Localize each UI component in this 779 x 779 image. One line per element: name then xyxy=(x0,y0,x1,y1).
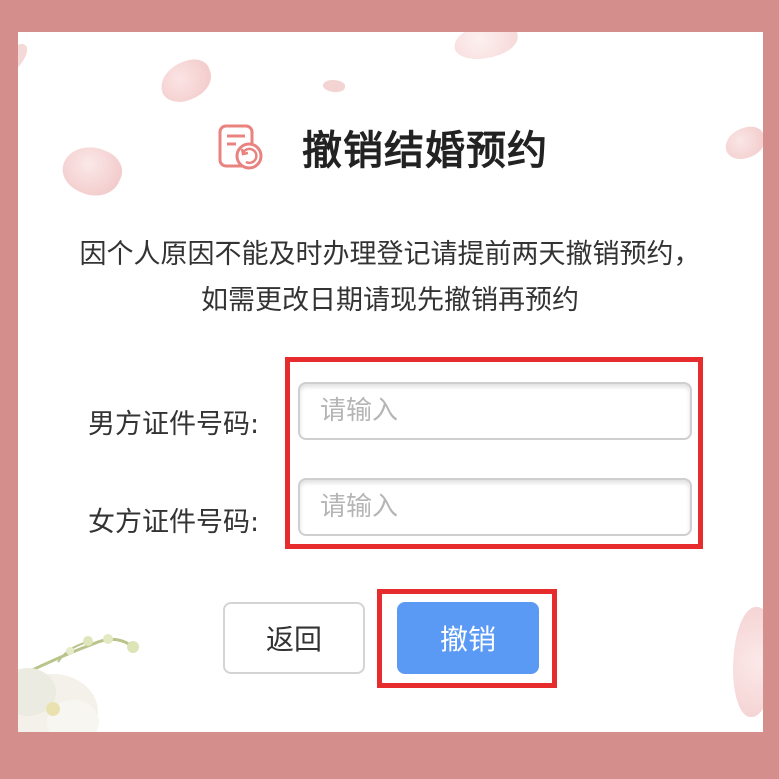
modal-card: 撤销结婚预约 因个人原因不能及时办理登记请提前两天撤销预约，如需更改日期请现先撤… xyxy=(18,32,763,732)
page-title: 撤销结婚预约 xyxy=(302,128,548,174)
header: 撤销结婚预约 xyxy=(216,107,548,187)
petal-decoration xyxy=(733,607,763,717)
petal-decoration xyxy=(155,54,217,108)
back-button[interactable]: 返回 xyxy=(223,602,365,674)
petal-decoration xyxy=(18,40,31,74)
male-id-label: 男方证件号码: xyxy=(88,409,260,440)
inputs-highlight-box xyxy=(285,357,703,549)
calendar-undo-icon xyxy=(218,124,263,170)
button-highlight-box xyxy=(377,589,557,688)
petal-decoration xyxy=(322,78,346,94)
flower-decoration xyxy=(18,634,139,732)
petal-decoration xyxy=(55,136,129,206)
female-id-label: 女方证件号码: xyxy=(88,507,260,538)
petal-decoration xyxy=(451,32,521,63)
petal-decoration xyxy=(721,123,763,163)
description-text: 因个人原因不能及时办理登记请提前两天撤销预约，如需更改日期请现先撤销再预约 xyxy=(79,239,701,316)
